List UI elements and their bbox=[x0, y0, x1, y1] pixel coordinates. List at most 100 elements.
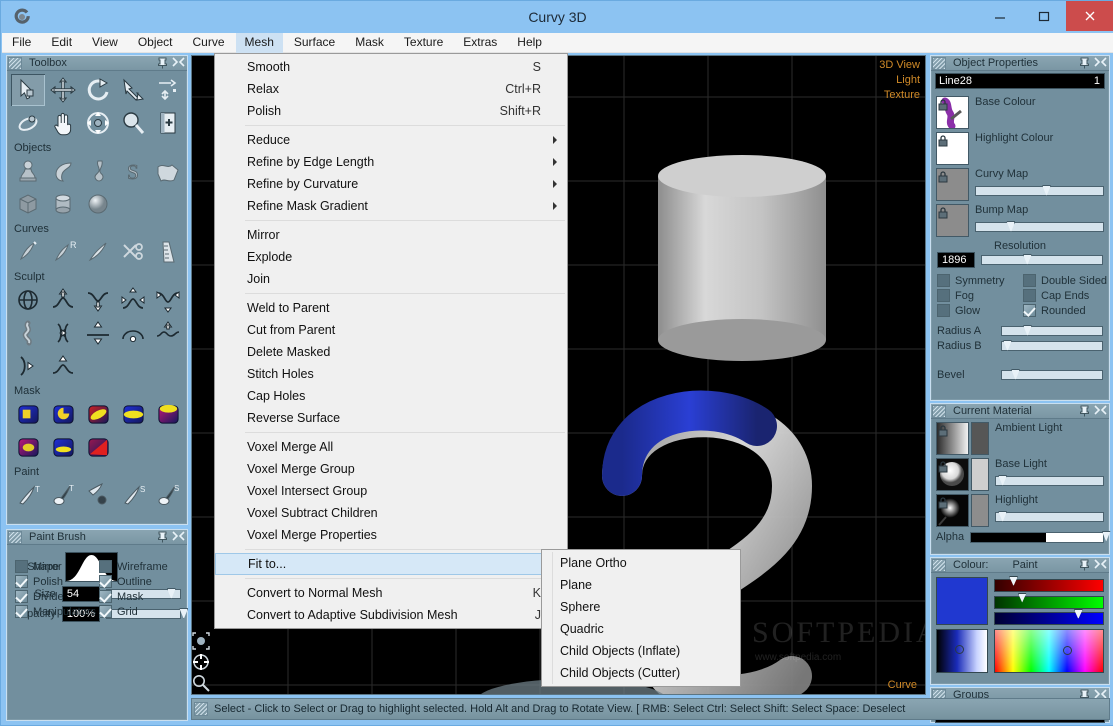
tube-object-icon[interactable] bbox=[81, 155, 115, 187]
scale-icon[interactable] bbox=[116, 74, 150, 106]
menubar-item-texture[interactable]: Texture bbox=[395, 33, 452, 53]
blue-channel-slider[interactable] bbox=[994, 609, 1104, 625]
menu-item-voxel-subtract-children[interactable]: Voxel Subtract Children bbox=[215, 502, 567, 524]
material-slider[interactable] bbox=[995, 511, 1104, 522]
menubar-item-mesh[interactable]: Mesh bbox=[235, 32, 283, 53]
pin-icon[interactable] bbox=[156, 530, 169, 543]
mask-square-icon[interactable] bbox=[11, 398, 45, 430]
menubar-item-edit[interactable]: Edit bbox=[42, 33, 81, 53]
slider-track-radius-a[interactable] bbox=[1001, 325, 1103, 336]
close-icon[interactable] bbox=[1094, 558, 1107, 571]
object-name-field[interactable]: Line28 1 bbox=[935, 73, 1105, 89]
material-tone-swatch[interactable] bbox=[971, 458, 989, 491]
mask-top-icon[interactable] bbox=[151, 398, 185, 430]
smooth-curve-icon[interactable] bbox=[46, 350, 80, 382]
menu-item-cap-holes[interactable]: Cap Holes bbox=[215, 385, 567, 407]
flatten-icon[interactable] bbox=[81, 317, 115, 349]
lock-icon[interactable] bbox=[938, 170, 948, 183]
menu-item-mirror[interactable]: Mirror bbox=[215, 224, 567, 246]
move-icon[interactable] bbox=[46, 74, 80, 106]
text-object-icon[interactable]: S bbox=[116, 155, 150, 187]
lathe-object-icon[interactable] bbox=[11, 155, 45, 187]
specular-thumb[interactable] bbox=[936, 494, 969, 527]
menu-item-voxel-merge-all[interactable]: Voxel Merge All bbox=[215, 436, 567, 458]
grey-thumb[interactable] bbox=[936, 168, 969, 201]
green-channel-slider[interactable] bbox=[994, 592, 1104, 609]
mask-glow-icon[interactable] bbox=[11, 431, 45, 463]
pin-icon[interactable] bbox=[156, 56, 169, 69]
mask-flare-icon[interactable] bbox=[46, 431, 80, 463]
gradient-grey-thumb[interactable] bbox=[936, 422, 969, 455]
close-icon[interactable] bbox=[1094, 56, 1107, 69]
paint-brush-t-icon[interactable]: T bbox=[11, 479, 45, 511]
drag-grip-icon[interactable] bbox=[932, 558, 946, 572]
red-channel-slider[interactable] bbox=[994, 576, 1104, 592]
menu-item-reverse-surface[interactable]: Reverse Surface bbox=[215, 407, 567, 429]
menu-item-refine-by-curvature[interactable]: Refine by Curvature bbox=[215, 173, 567, 195]
trackball-icon[interactable] bbox=[81, 107, 115, 139]
slider-track-bevel[interactable] bbox=[1001, 369, 1103, 380]
minimize-button[interactable] bbox=[978, 1, 1022, 31]
menubar-item-file[interactable]: File bbox=[3, 33, 40, 53]
sphere-object-icon[interactable] bbox=[81, 188, 115, 220]
select-arrow-icon[interactable] bbox=[11, 74, 45, 106]
drag-grip-icon[interactable] bbox=[8, 530, 22, 544]
material-tone-swatch[interactable] bbox=[971, 494, 989, 527]
checkbox-rounded[interactable]: Rounded bbox=[1023, 304, 1109, 317]
move-axis-icon[interactable] bbox=[151, 74, 185, 106]
checkbox-mirror[interactable]: Mirror bbox=[15, 560, 99, 573]
sphere-white-thumb[interactable] bbox=[936, 458, 969, 491]
menu-item-stitch-holes[interactable]: Stitch Holes bbox=[215, 363, 567, 385]
resolution-slider[interactable] bbox=[981, 254, 1103, 265]
hue-saturation-picker[interactable] bbox=[994, 629, 1104, 673]
mask-diagonal-icon[interactable] bbox=[81, 431, 115, 463]
lock-icon[interactable] bbox=[938, 98, 948, 111]
menubar-item-object[interactable]: Object bbox=[129, 33, 182, 53]
menu-item-polish[interactable]: Polish Shift+R bbox=[215, 100, 567, 122]
measure-curve-icon[interactable] bbox=[151, 236, 185, 268]
lock-icon[interactable] bbox=[938, 424, 948, 437]
viewport-overlay-light[interactable]: Light bbox=[879, 73, 920, 88]
checkbox-glow[interactable]: Glow bbox=[937, 304, 1023, 317]
pinch-icon[interactable] bbox=[151, 284, 185, 316]
paint-brush-s-icon[interactable]: S bbox=[116, 479, 150, 511]
sphere-sculpt-icon[interactable] bbox=[11, 284, 45, 316]
zoom-magnifier-icon[interactable] bbox=[191, 673, 213, 694]
mask-band-icon[interactable] bbox=[116, 398, 150, 430]
menu-item-refine-mask-gradient[interactable]: Refine Mask Gradient bbox=[215, 195, 567, 217]
menu-item-join[interactable]: Join bbox=[215, 268, 567, 290]
menu-item-voxel-intersect-group[interactable]: Voxel Intersect Group bbox=[215, 480, 567, 502]
menu-item-smooth[interactable]: Smooth S bbox=[215, 56, 567, 78]
maximize-button[interactable] bbox=[1022, 1, 1066, 31]
object-property-slider[interactable] bbox=[975, 221, 1104, 232]
paint-dab-t-icon[interactable]: T bbox=[46, 479, 80, 511]
squeeze-icon[interactable] bbox=[46, 317, 80, 349]
rotate-icon[interactable] bbox=[81, 74, 115, 106]
pin-icon[interactable] bbox=[1078, 56, 1091, 69]
menu-item-explode[interactable]: Explode bbox=[215, 246, 567, 268]
cylinder-object-icon[interactable] bbox=[46, 188, 80, 220]
submenu-item-child-objects-inflate[interactable]: Child Objects (Inflate) bbox=[542, 640, 740, 662]
pan-hand-icon[interactable] bbox=[46, 107, 80, 139]
menu-item-voxel-merge-properties[interactable]: Voxel Merge Properties bbox=[215, 524, 567, 546]
select-region-icon[interactable] bbox=[191, 631, 213, 652]
drag-grip-icon[interactable] bbox=[194, 702, 208, 716]
submenu-item-child-objects-cutter[interactable]: Child Objects (Cutter) bbox=[542, 662, 740, 684]
menubar-item-view[interactable]: View bbox=[83, 33, 127, 53]
ripple-icon[interactable] bbox=[151, 317, 185, 349]
menu-item-cut-from-parent[interactable]: Cut from Parent bbox=[215, 319, 567, 341]
object-property-slider[interactable] bbox=[975, 185, 1104, 196]
menu-item-reduce[interactable]: Reduce bbox=[215, 129, 567, 151]
menu-item-voxel-merge-group[interactable]: Voxel Merge Group bbox=[215, 458, 567, 480]
edit-curve-icon[interactable] bbox=[81, 236, 115, 268]
submenu-item-plane[interactable]: Plane bbox=[542, 574, 740, 596]
menu-item-delete-masked[interactable]: Delete Masked bbox=[215, 341, 567, 363]
menubar-item-help[interactable]: Help bbox=[508, 33, 551, 53]
current-colour-swatch[interactable] bbox=[936, 577, 988, 625]
close-icon[interactable] bbox=[1094, 404, 1107, 417]
grey-thumb[interactable] bbox=[936, 204, 969, 237]
new-page-icon[interactable] bbox=[151, 107, 185, 139]
cloth-object-icon[interactable] bbox=[151, 155, 185, 187]
expand-icon[interactable] bbox=[116, 284, 150, 316]
close-icon[interactable] bbox=[172, 56, 185, 69]
